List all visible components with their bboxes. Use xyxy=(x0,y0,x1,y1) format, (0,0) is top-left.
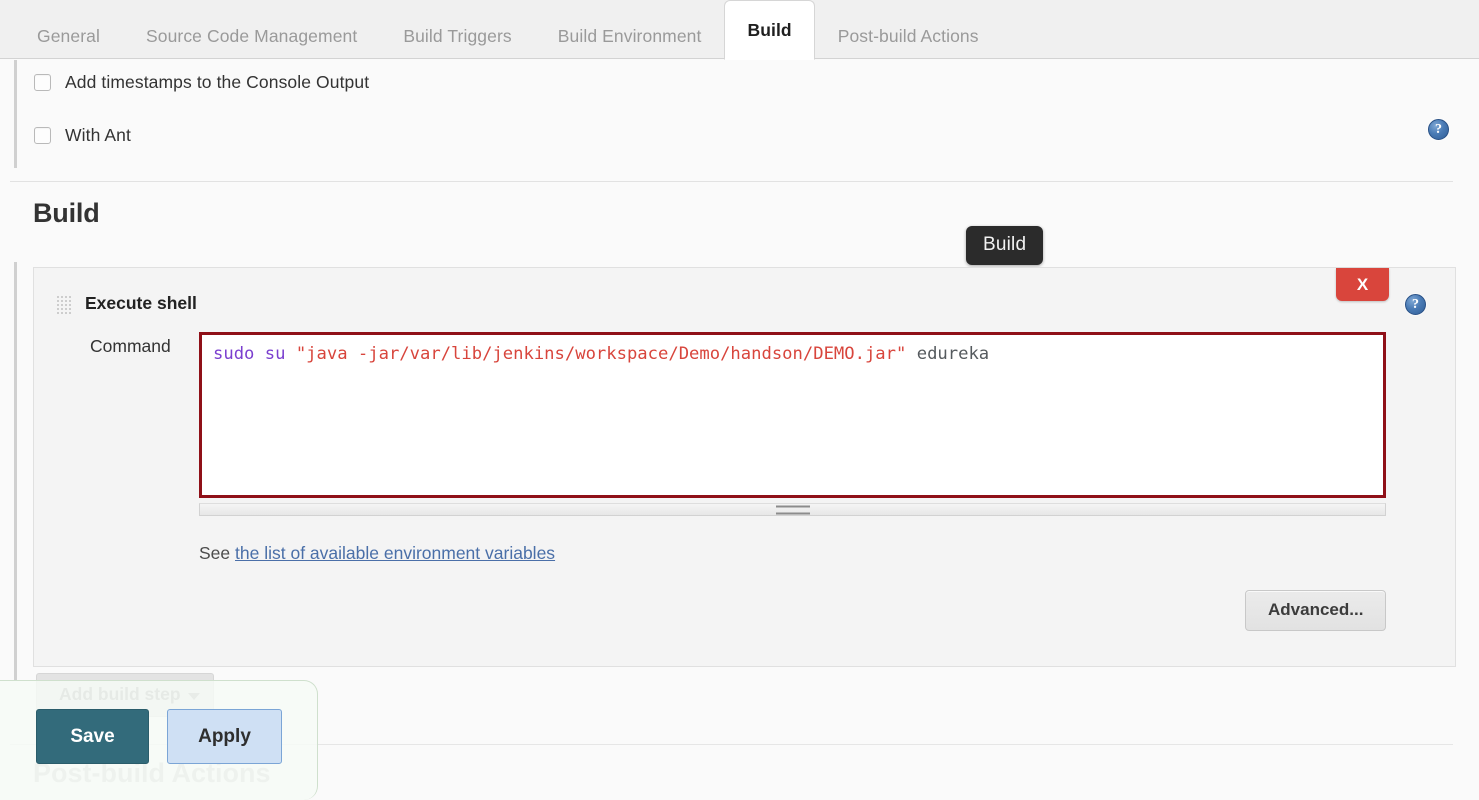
tooltip-build: Build xyxy=(966,226,1044,265)
help-icon-with-ant-wrap[interactable]: ? xyxy=(1428,119,1449,140)
advanced-button[interactable]: Advanced... xyxy=(1245,590,1387,631)
page-title-build: Build xyxy=(33,198,100,228)
help-icon[interactable]: ? xyxy=(1428,119,1449,140)
command-textarea[interactable]: sudo su "java -jar/var/lib/jenkins/works… xyxy=(199,332,1386,498)
checkbox-add-timestamps[interactable] xyxy=(34,74,51,91)
token-space-1 xyxy=(254,344,264,364)
token-space-3 xyxy=(906,344,916,364)
apply-button[interactable]: Apply xyxy=(167,709,282,764)
tab-build[interactable]: Build xyxy=(724,0,815,60)
checkbox-row-add-timestamps[interactable]: Add timestamps to the Console Output xyxy=(34,72,369,93)
token-quoted-path: "java -jar/var/lib/jenkins/workspace/Dem… xyxy=(295,344,907,364)
drag-handle-icon[interactable] xyxy=(56,295,71,316)
tab-general[interactable]: General xyxy=(14,12,123,59)
save-button[interactable]: Save xyxy=(36,709,149,764)
command-field-wrapper: sudo su "java -jar/var/lib/jenkins/works… xyxy=(199,332,1386,516)
tab-build-triggers[interactable]: Build Triggers xyxy=(380,12,534,59)
textarea-resize-handle[interactable] xyxy=(199,503,1386,516)
tab-post-build-actions[interactable]: Post-build Actions xyxy=(815,12,1002,59)
config-tab-bar: General Source Code Management Build Tri… xyxy=(0,0,1479,60)
tab-label: Build Triggers xyxy=(403,25,512,46)
token-edureka: edureka xyxy=(916,344,990,364)
tab-label: Source Code Management xyxy=(145,25,358,46)
build-step-panel-execute-shell: X Execute shell ? Command sudo su "java … xyxy=(33,267,1456,667)
checkbox-row-with-ant[interactable]: With Ant xyxy=(34,125,131,146)
token-sudo: sudo xyxy=(213,344,255,364)
env-variables-hint-prefix: See xyxy=(199,543,231,563)
token-space-2 xyxy=(285,344,295,364)
checkbox-with-ant[interactable] xyxy=(34,127,51,144)
command-label: Command xyxy=(90,336,171,356)
build-step-title: Execute shell xyxy=(85,293,197,313)
section-divider xyxy=(10,181,1453,182)
checkbox-label-with-ant: With Ant xyxy=(65,125,131,145)
help-icon[interactable]: ? xyxy=(1405,294,1426,315)
tab-build-environment[interactable]: Build Environment xyxy=(535,12,725,59)
env-variables-hint: See the list of available environment va… xyxy=(199,543,555,564)
tab-label: Post-build Actions xyxy=(837,25,979,46)
section-rail-build-environment xyxy=(14,60,17,168)
tab-label: Build Environment xyxy=(557,25,702,46)
env-variables-link[interactable]: the list of available environment variab… xyxy=(235,543,555,563)
help-icon-execute-shell-wrap[interactable]: ? xyxy=(1405,294,1426,315)
token-su: su xyxy=(264,344,286,364)
jenkins-job-config-page: General Source Code Management Build Tri… xyxy=(0,0,1479,800)
tab-label: Build xyxy=(747,19,792,40)
checkbox-label-add-timestamps: Add timestamps to the Console Output xyxy=(65,72,370,92)
config-tabs: General Source Code Management Build Tri… xyxy=(14,0,1002,60)
sticky-save-bar: Save Apply xyxy=(0,680,318,800)
tab-label: General xyxy=(37,25,100,46)
tab-source-code-management[interactable]: Source Code Management xyxy=(123,12,380,59)
section-rail-build xyxy=(14,262,17,680)
remove-build-step-button[interactable]: X xyxy=(1336,268,1389,301)
